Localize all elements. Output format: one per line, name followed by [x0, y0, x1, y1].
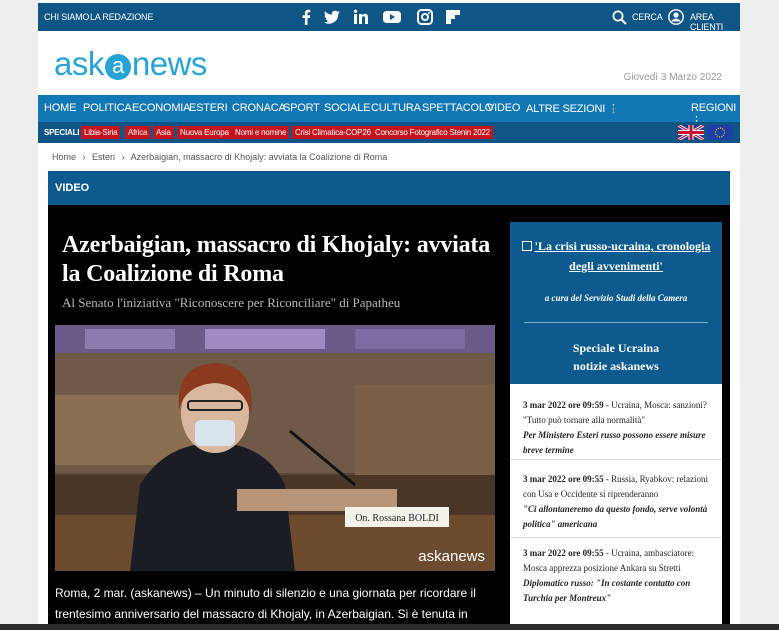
cerca-link[interactable]: CERCA [632, 12, 663, 22]
video-watermark: askanews [418, 548, 485, 565]
horizontal-scrollbar[interactable] [0, 624, 779, 630]
redazione-link[interactable]: LA REDAZIONE [90, 12, 153, 22]
special-label: SPECIALI [44, 128, 80, 137]
flipboard-icon[interactable] [444, 8, 462, 26]
breadcrumb-home[interactable]: Home [52, 152, 76, 162]
brand-header: ask a news Giovedì 3 Marzo 2022 [38, 31, 740, 95]
main-nav: HOME POLITICA ECONOMIA ESTERI CRONACA SP… [38, 95, 740, 127]
news-quote: "Ci allontaneremo da questo fondo, serve… [523, 504, 708, 529]
news-time: 3 mar 2022 ore 09:59 [523, 400, 604, 410]
chi-siamo-link[interactable]: CHI SIAMO [44, 12, 89, 22]
nav-esteri[interactable]: ESTERI [189, 102, 228, 114]
news-item[interactable]: 3 mar 2022 ore 09:59 - Ucraina, Mosca: s… [510, 398, 722, 460]
article-headline: Azerbaigian, massacro di Khojaly: avviat… [62, 232, 491, 287]
chronology-link[interactable]: 'La crisi russo-ucraina, cronologia degl… [518, 236, 714, 276]
logo-a-mark: a [104, 54, 131, 80]
special-tag[interactable]: Africa [125, 126, 151, 139]
chronology-sub: a cura del Servizio Studi della Camera [544, 293, 688, 303]
nav-sociale[interactable]: SOCIALE [324, 102, 370, 114]
search-icon[interactable] [612, 10, 627, 25]
news-item[interactable]: 3 mar 2022 ore 09:55 - Ucraina, ambascia… [510, 546, 722, 626]
news-time: 3 mar 2022 ore 09:55 [523, 548, 604, 558]
video-caption: On. Rossana BOLDI [355, 513, 439, 524]
news-item[interactable]: 3 mar 2022 ore 09:55 - Russia, Ryabkov: … [510, 472, 722, 538]
twitter-icon[interactable] [323, 8, 341, 26]
news-quote: Diplomatico russo: "In costante contatto… [523, 578, 691, 603]
article-body: Roma, 2 mar. (askanews) – Un minuto di s… [55, 586, 476, 621]
special-tag[interactable]: Concorso Fotografico Stenin 2022 [372, 126, 494, 139]
article-subhead: Al Senato l'iniziativa "Riconoscere per … [62, 295, 401, 310]
breadcrumb-esteri[interactable]: Esteri [92, 152, 115, 162]
current-date: Giovedì 3 Marzo 2022 [623, 72, 722, 83]
uk-flag-icon[interactable] [677, 123, 705, 142]
nav-altre-sezioni[interactable]: ALTRE SEZIONI ⋮ [526, 102, 619, 115]
nav-cultura[interactable]: CULTURA [371, 102, 421, 114]
area-clienti-link[interactable]: AREA CLIENTI [690, 12, 740, 32]
logo-text-right: news [131, 45, 208, 82]
special-bar: SPECIALI Libia-Siria Africa Asia Nuova E… [38, 122, 740, 143]
youtube-icon[interactable] [382, 8, 402, 26]
nav-economia[interactable]: ECONOMIA [132, 102, 190, 114]
section-title: VIDEO [55, 182, 90, 194]
nav-sport[interactable]: SPORT [283, 102, 320, 114]
user-icon[interactable] [668, 9, 684, 25]
news-time: 3 mar 2022 ore 09:55 [523, 474, 604, 484]
ukraine-special-title[interactable]: Speciale Ucraina notizie askanews [518, 339, 714, 375]
video-player[interactable]: On. Rossana BOLDI askanews [55, 325, 495, 571]
article-area: Azerbaigian, massacro di Khojaly: avviat… [48, 205, 730, 630]
breadcrumb: Home › Esteri › Azerbaigian, massacro di… [52, 152, 391, 162]
special-tag[interactable]: Crisi Climatica-COP26 [292, 126, 374, 139]
nav-cronaca[interactable]: CRONACA [232, 102, 286, 114]
breadcrumb-separator: › [121, 152, 125, 162]
special-tag[interactable]: Nomi e nomine [232, 126, 290, 139]
divider [524, 322, 708, 323]
instagram-icon[interactable] [416, 8, 434, 26]
news-feed: 3 mar 2022 ore 09:59 - Ucraina, Mosca: s… [510, 384, 722, 630]
logo-text-left: ask [54, 45, 104, 82]
askanews-logo[interactable]: ask a news [54, 45, 207, 83]
breadcrumb-current: Azerbaigian, massacro di Khojaly: avviat… [130, 152, 388, 162]
chronology-link-text: 'La crisi russo-ucraina, cronologia degl… [534, 239, 711, 273]
document-icon [521, 241, 532, 251]
sidebar-box: 'La crisi russo-ucraina, cronologia degl… [510, 222, 722, 384]
nav-spettacolo[interactable]: SPETTACOLO [422, 102, 493, 114]
eu-flag-icon[interactable] [707, 125, 733, 140]
news-quote: Per Ministero Esteri russo possono esser… [523, 430, 706, 455]
linkedin-icon[interactable] [352, 8, 370, 26]
breadcrumb-separator: › [82, 152, 86, 162]
nav-video[interactable]: VIDEO [487, 102, 520, 114]
video-frame: On. Rossana BOLDI askanews [55, 325, 495, 571]
special-tag[interactable]: Asia [153, 126, 174, 139]
facebook-icon[interactable] [297, 8, 315, 26]
section-header: VIDEO [48, 171, 730, 205]
page: CHI SIAMO LA REDAZIONE CERCA AREA CLIENT… [38, 0, 740, 630]
top-bar: CHI SIAMO LA REDAZIONE CERCA AREA CLIENT… [38, 3, 740, 32]
nav-politica[interactable]: POLITICA [83, 102, 132, 114]
special-tag[interactable]: Nuova Europa [177, 126, 232, 139]
special-tag[interactable]: Libia-Siria [81, 126, 121, 139]
nav-home[interactable]: HOME [44, 102, 76, 114]
